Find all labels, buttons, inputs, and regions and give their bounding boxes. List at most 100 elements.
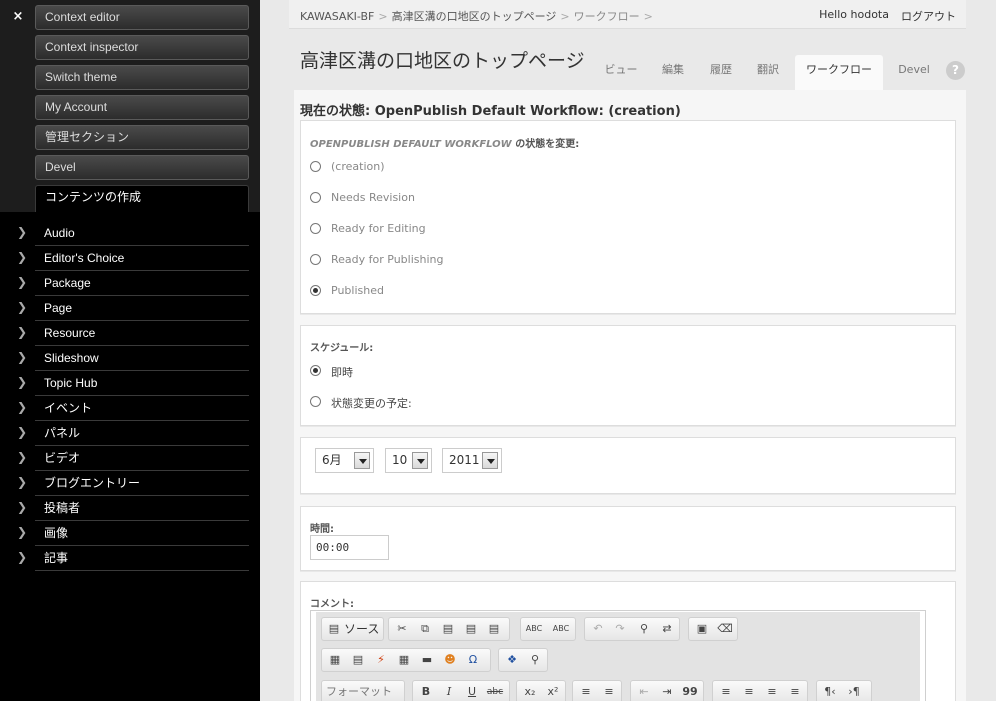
admin-menu: × Context editor Context inspector Switc… — [0, 0, 260, 701]
content-type-item[interactable]: ❯ 投稿者 — [0, 496, 260, 521]
align-justify-icon[interactable]: ≡ — [786, 684, 804, 700]
tab-revisions[interactable]: 履歴 — [698, 55, 744, 90]
breadcrumb-site[interactable]: KAWASAKI-BF — [300, 10, 374, 23]
content-type-item[interactable]: ❯ ビデオ — [0, 446, 260, 471]
chevron-right-icon: ❯ — [17, 475, 28, 489]
maximize-icon[interactable]: ❖ — [503, 652, 521, 668]
source-button[interactable]: ソース — [344, 621, 379, 637]
logout-link[interactable]: ログアウト — [901, 8, 956, 24]
align-left-icon[interactable]: ≡ — [717, 684, 735, 700]
menu-my-account[interactable]: My Account — [35, 95, 249, 120]
tab-translate[interactable]: 翻訳 — [745, 55, 791, 90]
copy-icon[interactable]: ⧉ — [416, 621, 434, 637]
content-type-item[interactable]: ❯ パネル — [0, 421, 260, 446]
radio-button[interactable] — [310, 254, 321, 265]
radio-button[interactable] — [310, 192, 321, 203]
day-select[interactable]: 10 — [385, 448, 432, 473]
underline-icon[interactable]: U — [463, 684, 481, 700]
content-type-item[interactable]: ❯ Package — [0, 271, 260, 296]
content-type-item[interactable]: ❯ Resource — [0, 321, 260, 346]
chevron-down-icon — [354, 452, 370, 469]
content-type-item[interactable]: ❯ 記事 — [0, 546, 260, 571]
comment-label: コメント: — [310, 599, 354, 610]
rtl-icon[interactable]: ›¶ — [845, 684, 863, 700]
find-icon[interactable]: ⚲ — [635, 621, 653, 637]
spellcheck-icon[interactable]: ABC — [525, 621, 543, 637]
radio-button[interactable] — [310, 223, 321, 234]
bold-icon[interactable]: B — [417, 684, 435, 700]
workflow-state-fieldset: OPENPUBLISH DEFAULT WORKFLOW の状態を変更: (cr… — [300, 120, 956, 314]
content-type-item[interactable]: ❯ Topic Hub — [0, 371, 260, 396]
date-fieldset: 6月 10 2011 — [300, 437, 956, 494]
menu-context-editor[interactable]: Context editor — [35, 5, 249, 30]
numbered-list-icon[interactable]: ≡ — [577, 684, 595, 700]
breadcrumb-separator: > — [643, 10, 653, 23]
tab-edit[interactable]: 編集 — [650, 55, 696, 90]
content-type-item[interactable]: ❯ Page — [0, 296, 260, 321]
undo-icon[interactable]: ↶ — [589, 621, 607, 637]
format-select[interactable]: フォーマット — [326, 684, 392, 700]
toolbar-group-script: x₂ x² — [516, 680, 566, 701]
toolbar-group-undo: ↶ ↷ ⚲ ⇄ — [584, 617, 680, 641]
preview-icon[interactable]: ⚲ — [526, 652, 544, 668]
horizontal-rule-icon[interactable]: ▬ — [418, 652, 436, 668]
replace-icon[interactable]: ⇄ — [658, 621, 676, 637]
special-char-icon[interactable]: Ω — [464, 652, 482, 668]
content-type-item[interactable]: ❯ イベント — [0, 396, 260, 421]
chevron-right-icon: ❯ — [17, 450, 28, 464]
outdent-icon[interactable]: ⇤ — [635, 684, 653, 700]
superscript-icon[interactable]: x² — [544, 684, 562, 700]
menu-context-inspector[interactable]: Context inspector — [35, 35, 249, 60]
bullet-list-icon[interactable]: ≡ — [600, 684, 618, 700]
image-icon[interactable]: ▦ — [326, 652, 344, 668]
paste-text-icon[interactable]: ▤ — [462, 621, 480, 637]
italic-icon[interactable]: I — [440, 684, 458, 700]
table-icon[interactable]: ▦ — [395, 652, 413, 668]
redo-icon[interactable]: ↷ — [611, 621, 629, 637]
align-right-icon[interactable]: ≡ — [763, 684, 781, 700]
menu-create-content[interactable]: コンテンツの作成 — [35, 185, 249, 212]
content-type-item[interactable]: ❯ 画像 — [0, 521, 260, 546]
menu-switch-theme[interactable]: Switch theme — [35, 65, 249, 90]
cut-icon[interactable]: ✂ — [393, 621, 411, 637]
remove-format-icon[interactable]: ⌫ — [716, 621, 734, 637]
indent-icon[interactable]: ⇥ — [658, 684, 676, 700]
breadcrumb-page[interactable]: 高津区溝の口地区のトップページ — [392, 10, 557, 23]
tab-devel[interactable]: Devel — [891, 55, 937, 90]
tab-workflow[interactable]: ワークフロー — [795, 55, 883, 90]
content-type-item[interactable]: ❯ Audio — [0, 221, 260, 246]
smiley-icon[interactable]: ☻ — [441, 652, 459, 668]
blockquote-icon[interactable]: 99 — [681, 684, 699, 700]
source-icon[interactable]: ▤ — [325, 621, 343, 637]
chevron-down-icon — [482, 452, 498, 469]
paste-icon[interactable]: ▤ — [439, 621, 457, 637]
strikethrough-icon[interactable]: abc — [486, 684, 504, 700]
time-input[interactable]: 00:00 — [310, 535, 389, 560]
menu-devel[interactable]: Devel — [35, 155, 249, 180]
month-select[interactable]: 6月 — [315, 448, 374, 473]
content-type-item[interactable]: ❯ Editor's Choice — [0, 246, 260, 271]
help-icon[interactable]: ? — [946, 61, 965, 80]
radio-button[interactable] — [310, 396, 321, 407]
ltr-icon[interactable]: ¶‹ — [821, 684, 839, 700]
user-greeting[interactable]: Hello hodota — [819, 8, 889, 21]
flash-icon[interactable]: ⚡ — [372, 652, 390, 668]
form-icon[interactable]: ▤ — [349, 652, 367, 668]
spellcheck-menu-icon[interactable]: ABC — [549, 621, 573, 637]
menu-admin-section[interactable]: 管理セクション — [35, 125, 249, 150]
select-all-icon[interactable]: ▣ — [693, 621, 711, 637]
align-center-icon[interactable]: ≡ — [740, 684, 758, 700]
content-type-item[interactable]: ❯ ブログエントリー — [0, 471, 260, 496]
content-type-item[interactable]: ❯ Slideshow — [0, 346, 260, 371]
content-type-label: Package — [44, 276, 91, 290]
toolbar-group-view: ❖ ⚲ — [498, 648, 548, 672]
radio-button-selected[interactable] — [310, 285, 321, 296]
subscript-icon[interactable]: x₂ — [521, 684, 539, 700]
close-icon[interactable]: × — [10, 8, 26, 26]
year-select[interactable]: 2011 — [442, 448, 502, 473]
paste-word-icon[interactable]: ▤ — [485, 621, 503, 637]
radio-button-selected[interactable] — [310, 365, 321, 376]
tab-view[interactable]: ビュー — [595, 55, 647, 90]
radio-button[interactable] — [310, 161, 321, 172]
main-area: KAWASAKI-BF > 高津区溝の口地区のトップページ > ワークフロー > Hell… — [260, 0, 996, 701]
